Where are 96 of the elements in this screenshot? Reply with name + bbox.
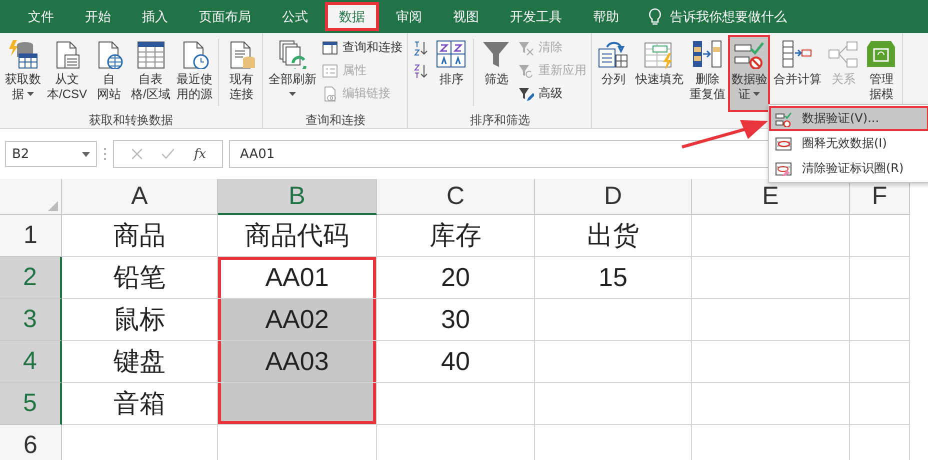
column-header[interactable]: A <box>62 179 218 215</box>
table-cell[interactable]: AA02 <box>218 299 377 341</box>
row-header[interactable]: 4 <box>0 341 62 383</box>
table-cell[interactable]: 15 <box>535 257 692 299</box>
ribbon-button[interactable]: 排序 <box>432 35 470 112</box>
sort-ascending-icon <box>413 40 430 56</box>
ribbon-button[interactable]: 快速填充 <box>632 35 686 112</box>
menu-item[interactable]: 数据验证(V)... <box>769 106 928 131</box>
ribbon-tab[interactable]: 视图 <box>439 2 493 31</box>
filter-edit-icon <box>518 86 534 102</box>
cancel-icon <box>132 149 142 159</box>
table-cell[interactable]: 20 <box>377 257 535 299</box>
table-cell[interactable]: AA03 <box>218 341 377 383</box>
column-header[interactable]: D <box>535 179 692 215</box>
table-cell[interactable] <box>692 341 850 383</box>
ribbon-button[interactable]: 分列 <box>594 35 632 112</box>
group-label: 获取和转换数据 <box>89 113 174 127</box>
table-cell[interactable] <box>218 383 377 425</box>
table-cell[interactable] <box>850 383 910 425</box>
data-model-icon <box>865 39 898 69</box>
ribbon-tab[interactable]: 数据 <box>325 2 379 31</box>
row-header[interactable]: 3 <box>0 299 62 341</box>
lightbulb-icon <box>648 8 662 26</box>
text-columns-icon <box>597 39 630 69</box>
name-box[interactable]: B2 <box>5 141 97 167</box>
table-cell[interactable] <box>850 257 910 299</box>
circle-invalid-icon <box>775 136 792 152</box>
table-cell[interactable]: 铅笔 <box>62 257 218 299</box>
ribbon-button[interactable]: 自 网站 <box>90 35 128 112</box>
data-validation-icon <box>775 110 792 126</box>
relationships-icon <box>827 39 860 69</box>
table-cell[interactable] <box>535 299 692 341</box>
table-icon <box>134 39 167 69</box>
row-header[interactable]: 5 <box>0 383 62 425</box>
ribbon-button[interactable]: 高级 <box>515 83 590 104</box>
table-cell[interactable] <box>692 215 850 257</box>
filter-reapply-icon <box>518 62 534 78</box>
ribbon-button[interactable]: 全部刷新 <box>265 35 320 112</box>
link-document-icon <box>322 86 338 102</box>
table-cell[interactable]: 商品代码 <box>218 215 377 257</box>
sort-descending-icon <box>413 62 430 78</box>
row-header[interactable]: 6 <box>0 425 62 460</box>
table-cell[interactable]: 商品 <box>62 215 218 257</box>
table-cell[interactable] <box>692 383 850 425</box>
ribbon-button[interactable]: 筛选 <box>477 35 516 112</box>
database-table-icon <box>7 39 39 69</box>
table-cell[interactable]: 30 <box>377 299 535 341</box>
table-cell[interactable] <box>692 257 850 299</box>
ribbon-button[interactable]: 现有 连接 <box>222 35 260 112</box>
ribbon-button[interactable]: 删除 重复值 <box>686 35 728 112</box>
ribbon-tab[interactable]: 插入 <box>128 2 182 31</box>
filter-clear-icon <box>518 40 534 56</box>
table-cell[interactable]: 40 <box>377 341 535 383</box>
ribbon-tab[interactable]: 开始 <box>71 2 125 31</box>
remove-duplicates-icon <box>691 39 724 69</box>
group-label: 排序和筛选 <box>470 113 530 127</box>
table-cell[interactable]: 库存 <box>377 215 535 257</box>
table-cell[interactable]: 出货 <box>535 215 692 257</box>
dropdown-arrow-icon <box>82 152 90 156</box>
table-cell[interactable] <box>692 299 850 341</box>
triangle-icon <box>48 201 58 211</box>
check-icon <box>162 149 174 159</box>
column-header[interactable]: C <box>377 179 535 215</box>
clear-circles-icon <box>775 160 792 176</box>
ribbon-button[interactable]: 自表 格/区域 <box>128 35 174 112</box>
dots-icon <box>103 147 107 161</box>
ribbon-button[interactable]: 数据验 证 <box>728 35 770 112</box>
row-header[interactable]: 2 <box>0 257 62 299</box>
ribbon-tab[interactable]: 文件 <box>14 2 68 31</box>
column-header[interactable]: E <box>692 179 850 215</box>
ribbon-tab[interactable]: 开发工具 <box>496 2 576 31</box>
ribbon-tab[interactable]: 页面布局 <box>185 2 265 31</box>
table-cell[interactable] <box>850 341 910 383</box>
column-header[interactable]: B <box>218 179 377 215</box>
ribbon-tab[interactable]: 帮助 <box>579 2 633 31</box>
table-cell[interactable] <box>535 341 692 383</box>
insert-function-button[interactable]: fx <box>194 146 206 162</box>
consolidate-icon <box>781 39 814 69</box>
ribbon-tab[interactable]: 公式 <box>268 2 322 31</box>
properties-icon <box>322 62 338 78</box>
row-header[interactable]: 1 <box>0 215 62 257</box>
table-cell[interactable] <box>535 383 692 425</box>
ribbon-tab[interactable]: 审阅 <box>382 2 436 31</box>
table-cell[interactable]: AA01 <box>218 257 377 299</box>
ribbon-button[interactable]: 获取数 据 <box>2 35 44 112</box>
sort-icon <box>435 39 468 69</box>
ribbon-button[interactable]: 从文 本/CSV <box>44 35 90 112</box>
tell-me-search[interactable]: 告诉我你想要做什么 <box>670 8 787 26</box>
table-cell[interactable] <box>377 383 535 425</box>
panel-icon <box>322 40 338 56</box>
ribbon-button[interactable]: 最近使 用的源 <box>173 35 216 112</box>
ribbon-button[interactable]: 查询和连接 <box>319 37 406 58</box>
group-label: 查询和连接 <box>305 113 366 127</box>
select-all-button[interactable] <box>0 179 62 215</box>
table-cell[interactable] <box>850 215 910 257</box>
table-cell[interactable] <box>850 299 910 341</box>
